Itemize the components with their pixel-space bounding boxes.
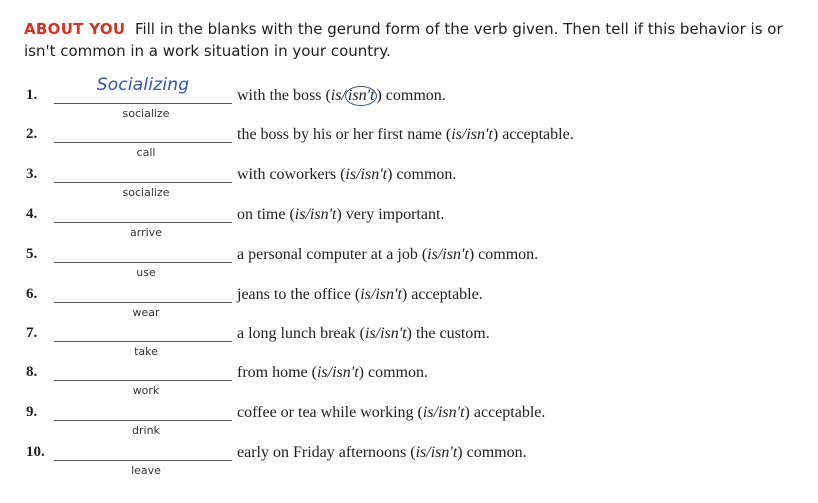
sentence-before: a long lunch break ( (237, 325, 365, 342)
sentence-text: a personal computer at a job (is/isn't) … (237, 246, 538, 264)
exercise-item: 8. work from home (is/isn't) common. (0, 364, 818, 404)
answer-blank[interactable] (54, 380, 232, 381)
instructions-text: Fill in the blanks with the gerund form … (24, 20, 783, 60)
option-is[interactable]: is (317, 364, 328, 381)
option-is[interactable]: is (331, 87, 342, 104)
sentence-after: ) very important. (336, 206, 445, 223)
answer-blank[interactable] (54, 302, 232, 303)
answer-blank[interactable] (54, 341, 232, 342)
option-is[interactable]: is (451, 126, 462, 143)
sentence-after: ) common. (376, 87, 446, 104)
option-is[interactable]: is (423, 404, 434, 421)
option-isnt[interactable]: isn't (431, 444, 458, 461)
sentence-before: coffee or tea while working ( (237, 404, 423, 421)
sentence-before: jeans to the office ( (237, 286, 361, 303)
verb-prompt: use (136, 266, 156, 279)
section-title: ABOUT YOU (24, 20, 126, 38)
item-number: 4. (26, 206, 38, 222)
option-isnt[interactable]: isn't (361, 166, 388, 183)
option-isnt[interactable]: isn't (332, 364, 359, 381)
item-number: 5. (26, 246, 38, 262)
verb-prompt: call (136, 146, 156, 159)
exercise-item: 9. drink coffee or tea while working (is/i… (0, 404, 818, 444)
sentence-after: ) common. (387, 166, 457, 183)
exercise-item: 2. call the boss by his or her first name … (0, 126, 818, 166)
exercise-item: 10. leave early on Friday afternoons (is/i… (0, 444, 818, 484)
sentence-text: with the boss (is/isn't) common. (237, 86, 446, 106)
option-is[interactable]: is (365, 325, 376, 342)
verb-prompt: wear (132, 306, 160, 319)
sentence-after: ) acceptable. (401, 286, 483, 303)
sentence-text: coffee or tea while working (is/isn't) a… (237, 404, 545, 422)
verb-prompt: drink (132, 424, 160, 437)
item-number: 3. (26, 166, 38, 182)
verb-prompt: take (134, 345, 158, 358)
sentence-after: ) acceptable. (492, 126, 574, 143)
answer-blank[interactable] (54, 103, 232, 104)
sentence-text: on time (is/isn't) very important. (237, 206, 444, 224)
exercise-item: 3. socialize with coworkers (is/isn't) com… (0, 166, 818, 206)
answer-blank[interactable] (54, 182, 232, 183)
sentence-after: ) common. (468, 246, 539, 263)
sentence-before: from home ( (237, 364, 317, 381)
option-is[interactable]: is (360, 286, 371, 303)
answer-blank[interactable] (54, 222, 232, 223)
instructions-header: ABOUT YOU Fill in the blanks with the ge… (24, 18, 794, 62)
item-number: 6. (26, 286, 38, 302)
sentence-after: ) common. (358, 364, 428, 381)
verb-prompt: leave (131, 464, 161, 477)
item-number: 8. (26, 364, 38, 380)
sentence-text: a long lunch break (is/isn't) the custom… (237, 325, 490, 343)
sentence-text: the boss by his or her first name (is/is… (237, 126, 574, 144)
exercise-item: 5. use a personal computer at a job (is/is… (0, 246, 818, 286)
sentence-after: ) the custom. (406, 325, 490, 342)
sentence-text: early on Friday afternoons (is/isn't) co… (237, 444, 527, 462)
answer-blank[interactable] (54, 420, 232, 421)
exercise-item: 6. wear jeans to the office (is/isn't) acc… (0, 286, 818, 326)
sentence-before: with the boss ( (237, 87, 331, 104)
sentence-text: from home (is/isn't) common. (237, 364, 428, 382)
exercise-item: 7. take a long lunch break (is/isn't) the … (0, 325, 818, 365)
sentence-before: on time ( (237, 206, 295, 223)
sentence-before: a personal computer at a job ( (237, 246, 428, 263)
option-is[interactable]: is (427, 246, 438, 263)
option-isnt[interactable]: isn't (442, 246, 469, 263)
item-number: 2. (26, 126, 38, 142)
option-is[interactable]: is (345, 166, 356, 183)
option-isnt[interactable]: isn't (466, 126, 493, 143)
answer-text: Socializing (96, 75, 190, 95)
answer-blank[interactable] (54, 460, 232, 461)
verb-prompt: work (132, 384, 160, 397)
exercise-item: 1. Socializing socialize with the boss (is/… (0, 75, 818, 127)
option-isnt[interactable]: isn't (438, 404, 465, 421)
verb-prompt: socialize (122, 186, 170, 199)
option-isnt[interactable]: isn't (375, 286, 402, 303)
sentence-after: ) acceptable. (464, 404, 546, 421)
option-isnt[interactable]: isn't (380, 325, 407, 342)
answer-blank[interactable] (54, 142, 232, 143)
sentence-text: jeans to the office (is/isn't) acceptabl… (237, 286, 483, 304)
sentence-text: with coworkers (is/isn't) common. (237, 166, 456, 184)
sentence-before: early on Friday afternoons ( (237, 444, 416, 461)
exercise-item: 4. arrive on time (is/isn't) very importan… (0, 206, 818, 246)
sentence-before: with coworkers ( (237, 166, 346, 183)
item-number: 1. (26, 87, 38, 103)
option-isnt[interactable]: isn't (310, 206, 337, 223)
verb-prompt: arrive (130, 226, 162, 239)
sentence-after: ) common. (457, 444, 527, 461)
option-is[interactable]: is (295, 206, 306, 223)
verb-prompt: socialize (122, 107, 170, 120)
item-number: 7. (26, 325, 38, 341)
item-number: 10. (26, 444, 45, 460)
option-isnt[interactable]: isn't (344, 86, 378, 106)
answer-blank[interactable] (54, 262, 232, 263)
item-number: 9. (26, 404, 38, 420)
sentence-before: the boss by his or her first name ( (237, 126, 452, 143)
option-is[interactable]: is (416, 444, 427, 461)
